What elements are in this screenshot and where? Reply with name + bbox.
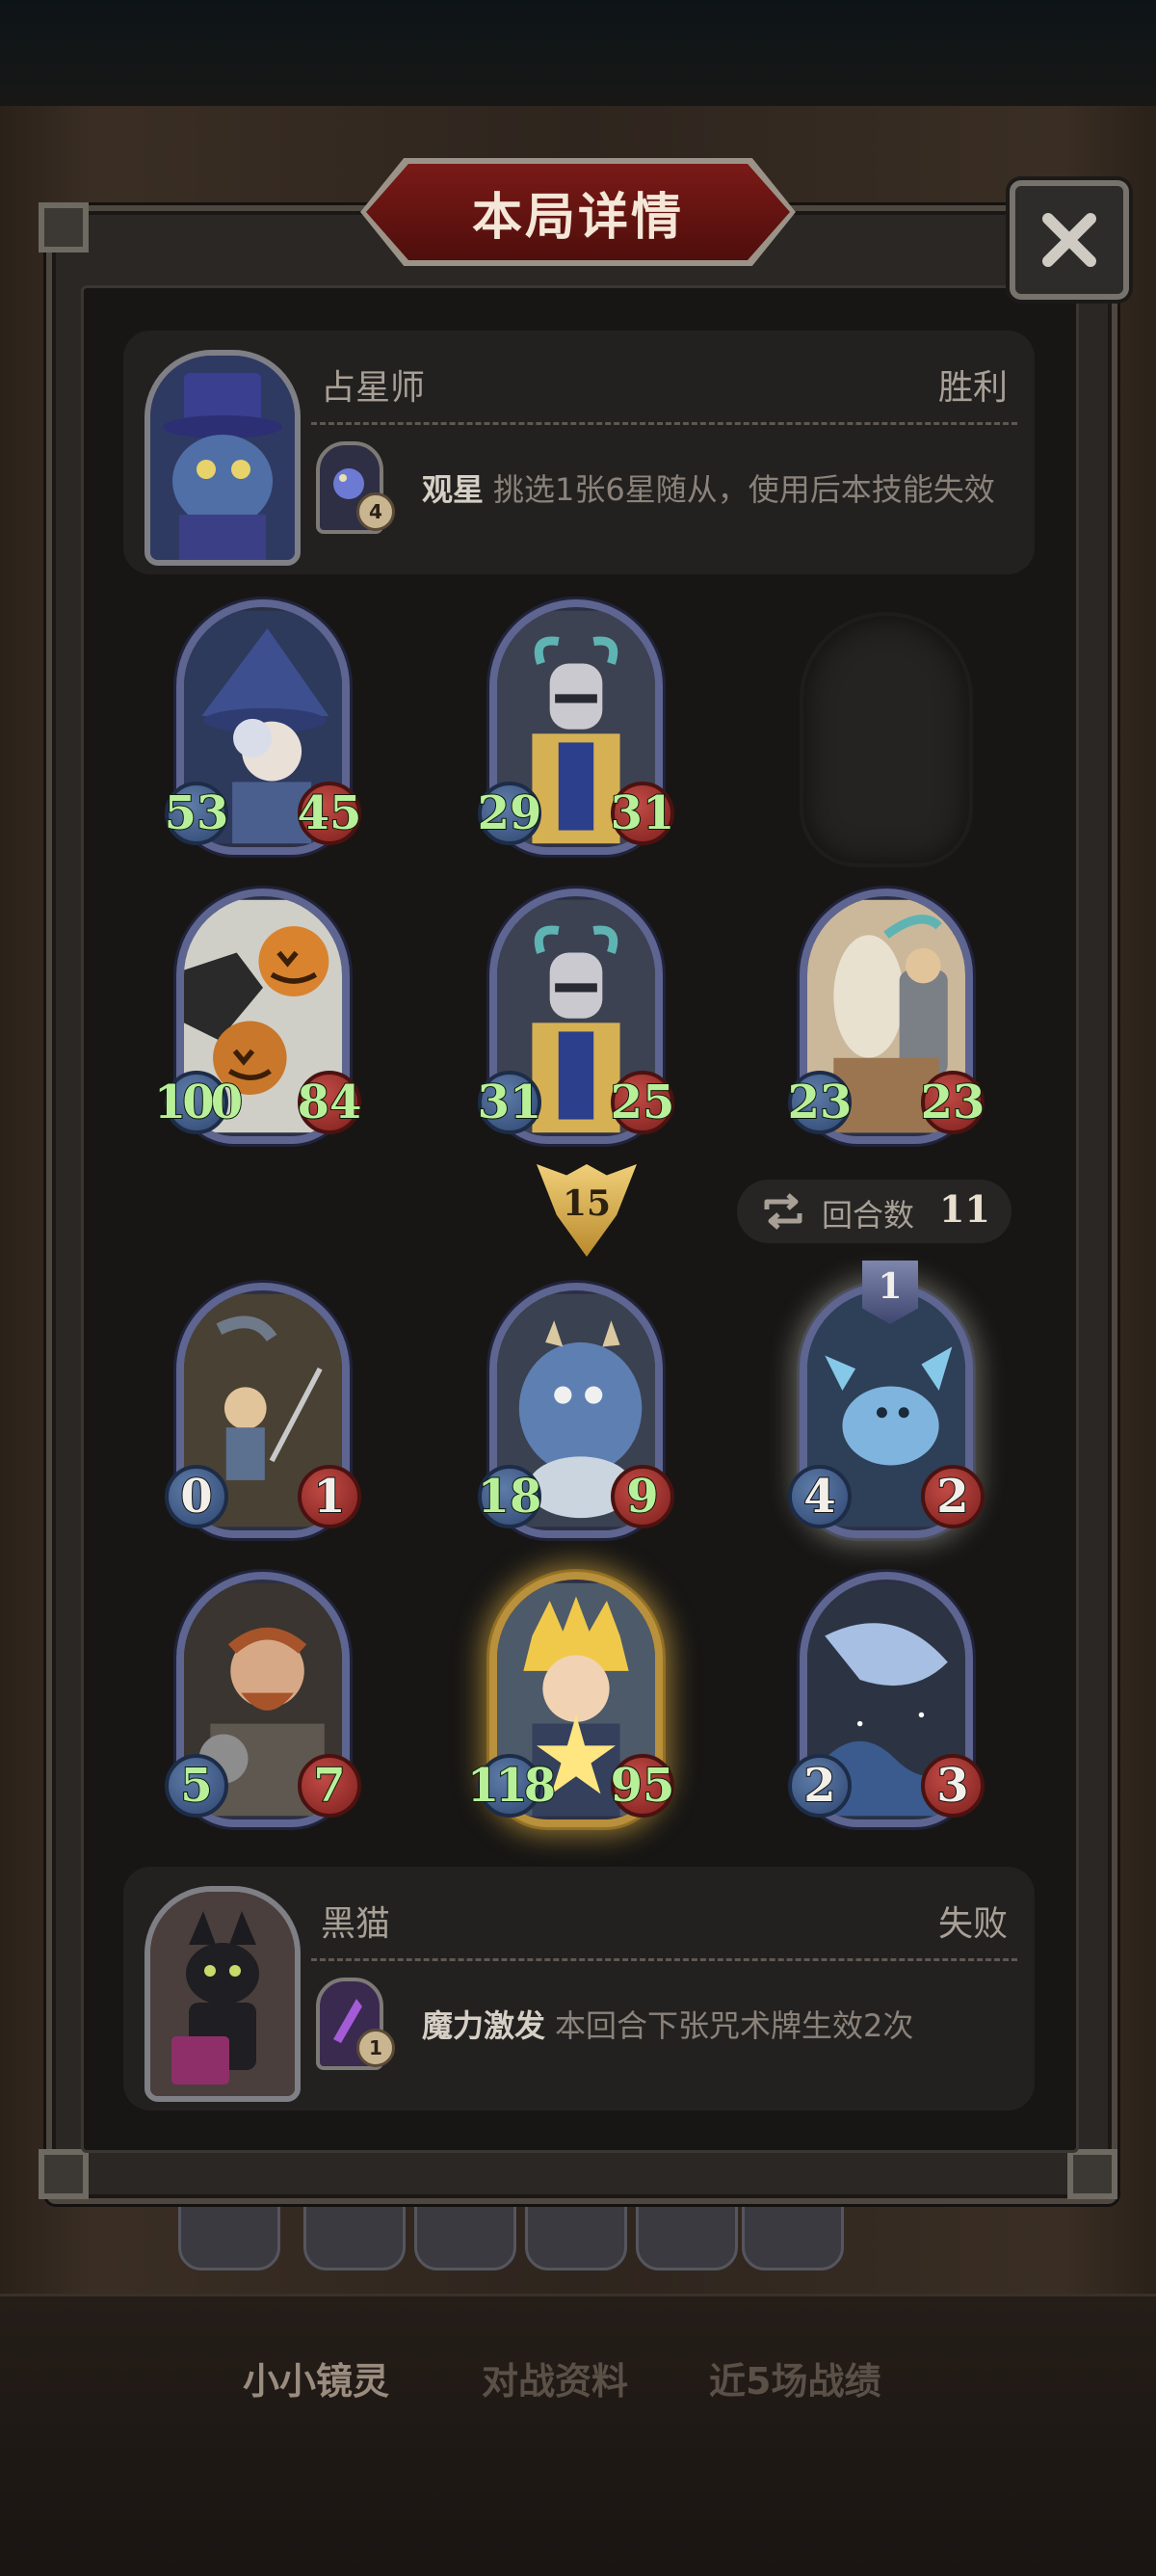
attack-stat: 4 — [788, 1465, 852, 1528]
skill-level-badge: 1 — [356, 2029, 395, 2067]
close-icon — [1042, 213, 1096, 267]
close-button[interactable] — [1010, 180, 1129, 300]
tab-recent-5-matches[interactable]: 近5场战绩 — [709, 2351, 880, 2404]
bg-card-slot — [414, 2202, 516, 2271]
skill-name: 魔力激发 — [422, 2007, 546, 2044]
minion-card[interactable]: 0 1 — [165, 1283, 361, 1538]
health-stat: 2 — [921, 1465, 985, 1528]
attack-stat: 31 — [477, 1071, 542, 1134]
skill-description: 观星 挑选1张6星随从，使用后本技能失效 — [422, 465, 995, 510]
player-result: 失败 — [937, 1904, 1008, 1944]
black-cat-avatar — [144, 1886, 301, 2102]
health-stat: 45 — [297, 782, 362, 845]
title-plate: 本局详情 — [360, 158, 796, 266]
health-stat: 1 — [298, 1465, 361, 1528]
health-stat: 23 — [920, 1071, 985, 1134]
bg-card-slot — [525, 2202, 627, 2271]
health-stat: 3 — [921, 1754, 985, 1818]
health-stat: 25 — [610, 1071, 675, 1134]
attack-stat: 2 — [788, 1754, 852, 1818]
skill-effect: 挑选1张6星随从，使用后本技能失效 — [493, 471, 995, 508]
player-result: 胜利 — [937, 368, 1008, 408]
health-stat: 7 — [298, 1754, 361, 1818]
divider — [311, 1958, 1017, 1961]
attack-stat: 0 — [165, 1465, 228, 1528]
minion-card[interactable]: 5 7 — [165, 1572, 361, 1827]
player-card-winner: 占星师 胜利 4 观星 挑选1张6星随从，使用后本技能失效 — [123, 331, 1035, 574]
attack-count: 15 — [562, 1183, 612, 1224]
frame-corner — [39, 202, 89, 252]
skill-name: 观星 — [422, 471, 485, 508]
attack-stat: 53 — [164, 782, 229, 845]
attack-stat: 100 — [153, 1071, 244, 1134]
empty-minion-slot — [800, 612, 973, 867]
bottom-bar — [0, 2294, 1156, 2576]
minion-card[interactable]: 53 45 — [164, 599, 362, 855]
attack-stat: 18 — [477, 1465, 542, 1528]
skill-level-badge: 4 — [356, 492, 395, 531]
dialog-title: 本局详情 — [471, 188, 684, 247]
bottom-tab-bar: 小小镜灵 对战资料 近5场战绩 — [0, 2351, 1156, 2419]
divider — [311, 422, 1017, 425]
round-value: 11 — [939, 1187, 990, 1231]
tab-battle-data[interactable]: 对战资料 — [482, 2351, 628, 2404]
bg-card-slot — [303, 2202, 406, 2271]
player-name: 占星师 — [321, 368, 426, 408]
frame-corner — [39, 2149, 89, 2199]
attack-stat: 5 — [165, 1754, 228, 1818]
minion-card[interactable]: 29 31 — [477, 599, 675, 855]
health-stat: 95 — [610, 1754, 675, 1818]
tab-mirror-spirit[interactable]: 小小镜灵 — [243, 2351, 389, 2404]
minion-card[interactable]: 18 9 — [477, 1283, 674, 1538]
minion-card[interactable]: 2 3 — [788, 1572, 985, 1827]
bg-card-slot — [636, 2202, 738, 2271]
bg-card-slot — [178, 2202, 280, 2271]
attack-stat: 23 — [787, 1071, 853, 1134]
frame-corner — [1067, 2149, 1117, 2199]
player-name: 黑猫 — [321, 1904, 391, 1944]
minion-card[interactable]: 23 23 — [787, 889, 985, 1144]
round-label: 回合数 — [822, 1197, 915, 1234]
astrologer-avatar — [144, 350, 301, 566]
attack-indicator: 15 — [537, 1164, 637, 1257]
health-stat: 9 — [611, 1465, 674, 1528]
bg-card-slot — [742, 2202, 844, 2271]
repeat-icon — [764, 1193, 802, 1230]
round-counter: 回合数 11 — [737, 1180, 1012, 1243]
minion-card[interactable]: 100 84 — [153, 889, 362, 1144]
golden-minion-card[interactable]: 118 95 — [466, 1572, 675, 1827]
attack-stat: 118 — [466, 1754, 557, 1818]
player-card-loser: 黑猫 失败 1 魔力激发 本回合下张咒术牌生效2次 — [123, 1867, 1035, 2111]
minion-card[interactable]: 31 25 — [477, 889, 675, 1144]
health-stat: 84 — [297, 1071, 362, 1134]
skill-description: 魔力激发 本回合下张咒术牌生效2次 — [422, 2002, 913, 2046]
health-stat: 31 — [610, 782, 675, 845]
attack-stat: 29 — [477, 782, 542, 845]
skill-effect: 本回合下张咒术牌生效2次 — [555, 2007, 914, 2044]
